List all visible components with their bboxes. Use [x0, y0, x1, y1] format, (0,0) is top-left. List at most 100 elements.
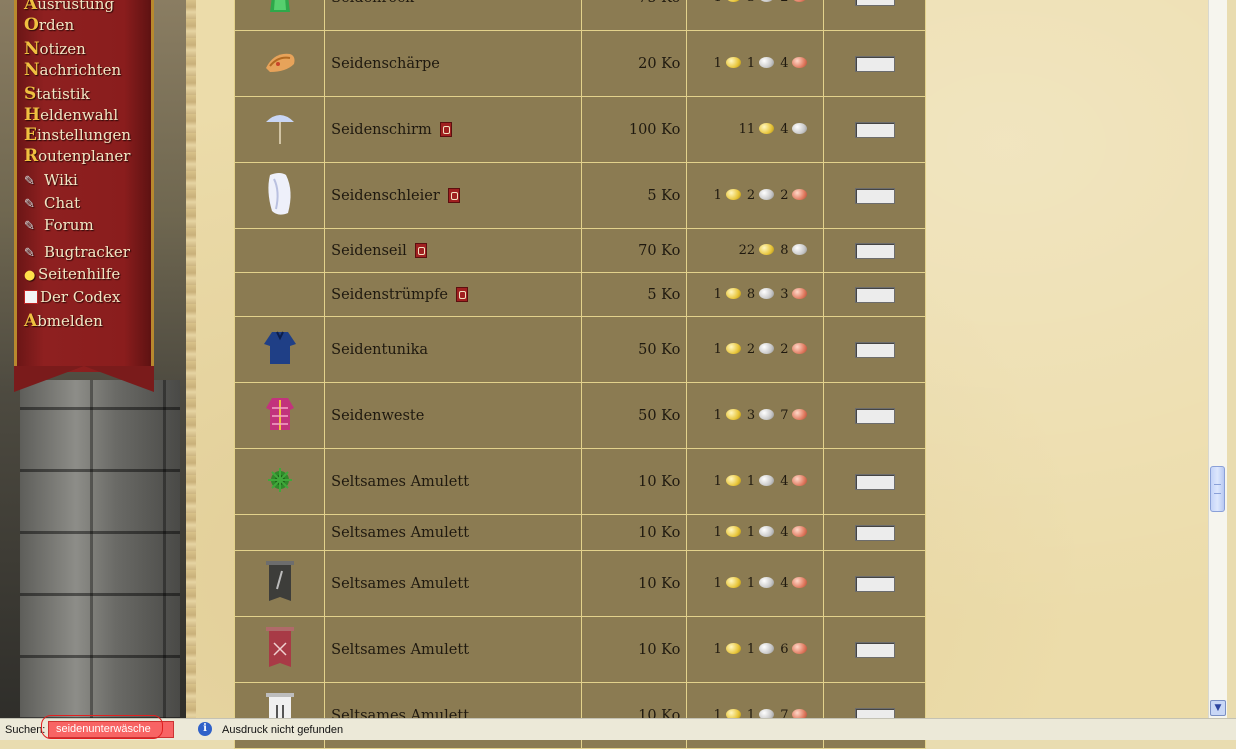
quantity-cell	[823, 96, 926, 163]
scroll-down-arrow-icon[interactable]: ▼	[1210, 700, 1226, 716]
find-status-message: Ausdruck nicht gefunden	[222, 724, 344, 736]
recipe-book-icon[interactable]	[439, 121, 452, 137]
menu-item-label: otizen	[39, 40, 86, 58]
codex-icon	[24, 289, 38, 304]
item-image-cell	[233, 272, 326, 317]
item-price: 1 1 4	[686, 448, 825, 515]
silver-coin-icon	[792, 244, 808, 255]
find-bar: Suchen: seidenunterwäsche i Ausdruck nic…	[0, 715, 1236, 740]
item-image-cell	[233, 316, 326, 383]
menu-item[interactable]: ✎ Wiki	[24, 170, 154, 193]
quantity-input[interactable]	[854, 121, 895, 138]
menu-item[interactable]: Statistik	[24, 84, 154, 105]
quantity-input[interactable]	[854, 641, 895, 658]
table-row: Seltsames Amulett 10 Ko 1 1 4	[233, 550, 926, 617]
menu-item[interactable]: ✎ Bugtracker	[24, 242, 154, 265]
price-amount: 1	[713, 474, 722, 489]
silver-coin-icon	[759, 577, 775, 588]
price-amount: 1	[713, 287, 722, 302]
gold-coin-icon	[725, 409, 741, 420]
menu-item[interactable]: Einstellungen	[24, 125, 154, 146]
quantity-input[interactable]	[854, 286, 895, 303]
quantity-input[interactable]	[854, 524, 895, 541]
item-weight: 50 Ko	[581, 316, 688, 383]
gold-coin-icon	[725, 475, 741, 486]
left-sidebar: Ausrüstung Orden Notizen Nachrichten Statist…	[0, 0, 190, 718]
quantity-input[interactable]	[854, 0, 895, 6]
price-amount: 1	[746, 474, 756, 489]
gold-coin-icon	[725, 288, 741, 299]
quantity-input[interactable]	[854, 473, 895, 490]
menu-item[interactable]: ✎ Chat	[24, 193, 154, 216]
price-amount: 8	[746, 287, 756, 302]
menu-item[interactable]: ● Seitenhilfe	[24, 264, 154, 287]
menu-item[interactable]: ✎ Forum	[24, 215, 154, 238]
quantity-input[interactable]	[854, 55, 895, 72]
item-name-cell: Seidenweste	[324, 382, 583, 449]
price-amount: 22	[738, 243, 756, 258]
table-row: Seltsames Amulett 10 Ko 1 1 4	[233, 514, 926, 551]
menu-item[interactable]: Ausrüstung	[24, 0, 154, 15]
silver-coin-icon	[759, 343, 775, 354]
item-name-cell: Seidenschleier	[324, 162, 583, 229]
menu-item[interactable]: Abmelden	[24, 311, 154, 332]
price-amount: 3	[746, 408, 756, 423]
red-banner-icon	[263, 625, 297, 675]
price-amount: 1	[746, 56, 756, 71]
items-table: Seidenrock75 Ko132Seidenschärpe20 Ko114S…	[233, 0, 926, 749]
menu-item-label: instellungen	[36, 126, 132, 144]
info-icon: i	[198, 722, 212, 736]
vertical-scrollbar[interactable]	[1208, 0, 1227, 718]
scrollbar-thumb[interactable]	[1210, 466, 1225, 512]
quantity-cell	[823, 0, 926, 31]
menu-item-label: bmelden	[37, 312, 103, 330]
menu-item-initial: E	[24, 125, 37, 145]
quantity-cell	[823, 30, 926, 97]
menu-item[interactable]: Nachrichten	[24, 60, 154, 81]
price-amount: 3	[780, 287, 789, 302]
table-row: Seidenseil 70 Ko 22 8	[233, 228, 926, 273]
menu-item-initial: S	[24, 84, 37, 104]
quantity-input[interactable]	[854, 341, 895, 358]
menu-item-label: Bugtracker	[44, 242, 130, 261]
menu-item[interactable]: Notizen	[24, 39, 154, 60]
item-image-cell	[233, 550, 326, 617]
recipe-book-icon[interactable]	[456, 286, 469, 302]
find-input[interactable]: seidenunterwäsche	[48, 721, 174, 738]
item-name-cell: Seidentunika	[324, 316, 583, 383]
quantity-input[interactable]	[854, 187, 895, 204]
item-name-cell: Seidenseil	[324, 228, 583, 273]
gold-coin-icon	[725, 526, 741, 537]
main-menu: Ausrüstung Orden Notizen Nachrichten Statist…	[24, 0, 154, 332]
item-name: Seltsames Amulett	[331, 524, 470, 541]
menu-item[interactable]: Heldenwahl	[24, 105, 154, 126]
price-amount: 1	[746, 525, 756, 540]
copper-coin-icon	[792, 409, 808, 420]
green-dress-icon	[260, 0, 300, 20]
copper-coin-icon	[792, 526, 808, 537]
item-name-cell: Seltsames Amulett	[324, 514, 583, 551]
recipe-book-icon[interactable]	[447, 187, 460, 203]
silver-coin-icon	[759, 409, 775, 420]
price-amount: 1	[746, 642, 756, 657]
copper-coin-icon	[792, 643, 808, 654]
menu-item-label: Chat	[44, 193, 81, 212]
copper-coin-icon	[792, 57, 808, 68]
quantity-input[interactable]	[854, 407, 895, 424]
menu-item[interactable]: Routenplaner	[24, 146, 154, 167]
item-name: Seidenstrümpfe	[331, 286, 449, 303]
gold-coin-icon	[759, 123, 775, 134]
menu-item-label: usrüstung	[37, 0, 115, 13]
quantity-input[interactable]	[854, 575, 895, 592]
recipe-book-icon[interactable]	[414, 242, 427, 258]
menu-item-initial: H	[24, 104, 41, 125]
gold-coin-icon	[725, 0, 741, 2]
quantity-input[interactable]	[854, 242, 895, 259]
menu-item[interactable]: Orden	[24, 15, 154, 36]
item-name-cell: Seltsames Amulett	[324, 616, 583, 683]
gold-coin-icon	[725, 189, 741, 200]
item-name-cell: Seidenrock	[324, 0, 583, 31]
price-amount: 4	[780, 56, 789, 71]
price-amount: 1	[713, 576, 722, 591]
menu-item[interactable]: Der Codex	[24, 287, 154, 308]
